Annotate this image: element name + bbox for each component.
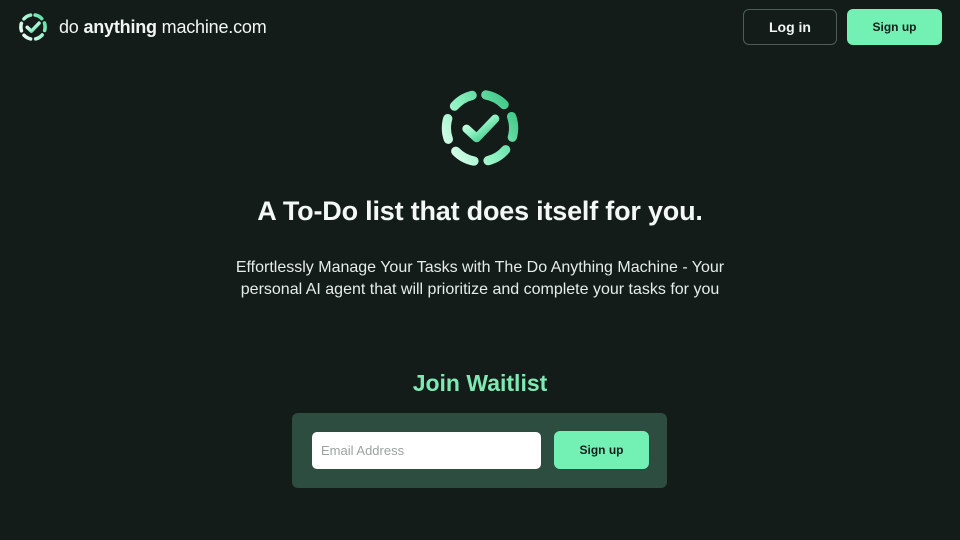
email-input[interactable] [312,432,541,469]
landing-page: do anything machine.com Log in Sign up A… [0,0,960,540]
dashed-circle-check-icon [441,89,519,167]
brand-name: do anything machine.com [59,17,267,38]
header-signup-button[interactable]: Sign up [847,9,942,45]
page-subtitle: Effortlessly Manage Your Tasks with The … [235,259,725,298]
waitlist-form: Sign up [292,413,667,488]
brand-logo-link[interactable]: do anything machine.com [17,10,267,44]
waitlist-signup-button[interactable]: Sign up [554,431,649,469]
waitlist-title: Join Waitlist [412,370,548,396]
page-headline: A To-Do list that does itself for you. [257,196,703,226]
dashed-circle-check-icon [19,13,47,41]
brand-name-part2: anything [83,16,157,37]
brand-name-part1: do [59,16,84,37]
brand-name-part3: machine.com [156,16,267,37]
login-button[interactable]: Log in [743,9,837,45]
